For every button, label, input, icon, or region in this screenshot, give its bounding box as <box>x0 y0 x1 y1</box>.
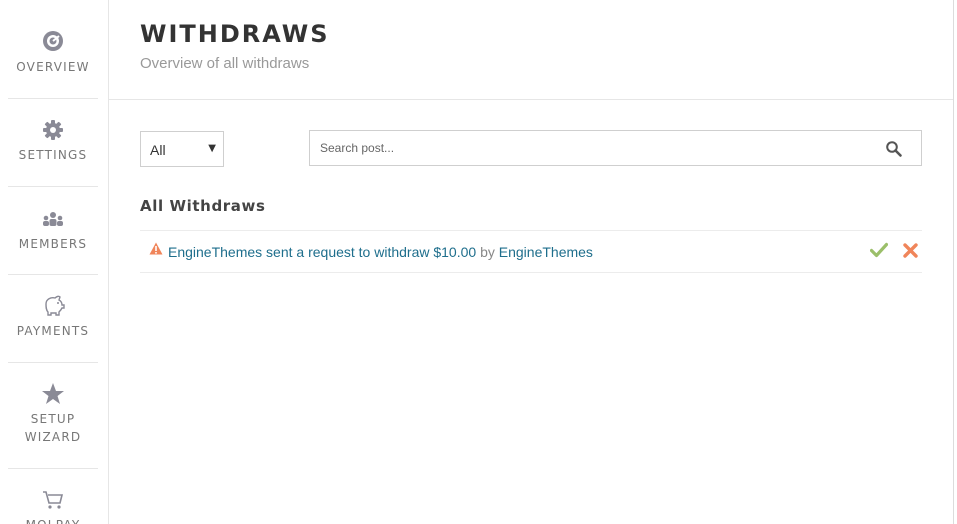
panel-border <box>953 0 954 524</box>
sidebar-item-settings[interactable]: SETTINGS <box>8 119 98 164</box>
sidebar-item-label: SETUP <box>30 412 76 426</box>
sidebar-item-label: WIZARD <box>24 430 82 444</box>
close-icon[interactable] <box>903 243 918 258</box>
sidebar-item-label: MEMBERS <box>18 237 88 251</box>
warning-icon <box>149 242 163 255</box>
sidebar-divider <box>8 274 98 275</box>
status-filter-value: All <box>150 142 166 158</box>
checkmark-icon[interactable] <box>870 242 888 258</box>
piggy-bank-icon <box>45 295 65 316</box>
author-link[interactable]: EngineThemes <box>499 244 593 260</box>
search-box <box>309 130 922 166</box>
sidebar-divider <box>8 362 98 363</box>
sidebar-item-label: MOLPAY <box>8 516 98 524</box>
sidebar-item-label: SETTINGS <box>18 148 88 162</box>
withdraw-request-text: EngineThemes sent a request to withdraw … <box>168 244 593 260</box>
sidebar-divider <box>8 98 98 99</box>
sidebar-item-setup-wizard[interactable]: SETUP WIZARD <box>8 382 98 446</box>
sidebar-item-overview[interactable]: OVERVIEW <box>8 30 98 76</box>
page-title: WITHDRAWS <box>140 20 330 48</box>
sidebar-divider <box>8 186 98 187</box>
sidebar-item-label: OVERVIEW <box>16 60 90 74</box>
cart-icon <box>43 491 64 509</box>
sidebar-item-members[interactable]: MEMBERS <box>8 211 98 253</box>
withdraw-row: EngineThemes sent a request to withdraw … <box>140 230 922 273</box>
sidebar-item-payments[interactable]: PAYMENTS <box>8 295 98 340</box>
sidebar-item-molpay[interactable]: MOLPAY <box>8 490 98 524</box>
page-subtitle: Overview of all withdraws <box>140 55 310 72</box>
sidebar-divider <box>8 468 98 469</box>
section-title: All Withdraws <box>140 197 266 215</box>
page-header: WITHDRAWS Overview of all withdraws <box>109 0 954 100</box>
overview-icon <box>43 31 63 51</box>
sidebar: OVERVIEW SETTINGS MEMBERS PAYMENTS SETUP… <box>0 0 109 524</box>
by-label: by <box>480 244 495 260</box>
search-icon[interactable] <box>885 140 903 158</box>
chevron-down-icon: ▼ <box>208 143 216 154</box>
withdraw-request-link[interactable]: EngineThemes sent a request to withdraw … <box>168 244 476 260</box>
search-input[interactable] <box>310 131 890 165</box>
status-filter-select[interactable]: All ▼ <box>140 131 224 167</box>
star-icon <box>42 383 64 404</box>
members-icon <box>43 212 63 226</box>
gear-icon <box>43 120 63 140</box>
sidebar-item-label: PAYMENTS <box>16 324 90 338</box>
